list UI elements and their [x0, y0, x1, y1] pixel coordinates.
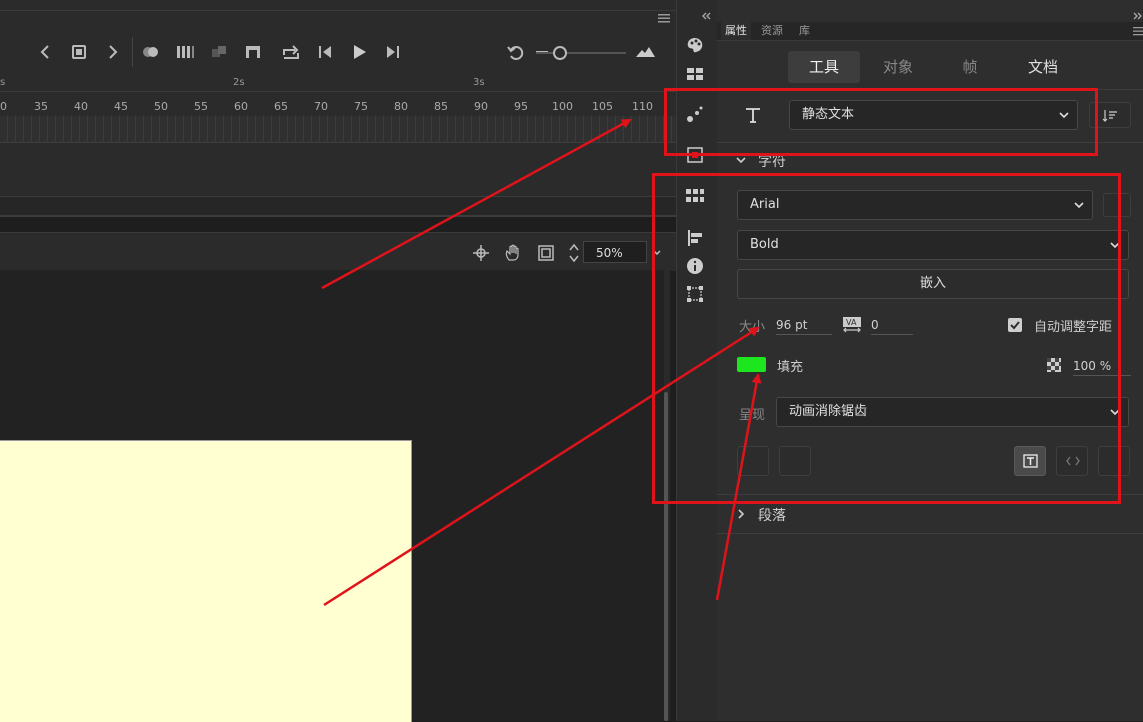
- frame-number: 55: [194, 100, 208, 113]
- panel-options-icon[interactable]: [1133, 26, 1143, 36]
- frame-number: 70: [314, 100, 328, 113]
- tab-assets[interactable]: 资源: [757, 22, 787, 40]
- frame-number: 105: [592, 100, 613, 113]
- layer-frames-row[interactable]: [0, 116, 676, 142]
- color-palette-icon[interactable]: [685, 35, 705, 55]
- seconds-ruler: s 2s 3s: [0, 75, 676, 92]
- tab-library[interactable]: 库: [795, 22, 814, 40]
- second-label: 2s: [233, 77, 245, 88]
- timeline-top-strip: [0, 0, 676, 11]
- highlight-box-text-type: [664, 88, 1098, 156]
- zoom-slider-track[interactable]: [536, 52, 626, 54]
- edit-multiple-frames-icon[interactable]: [174, 41, 196, 63]
- frame-number: 35: [34, 100, 48, 113]
- hand-tool-icon[interactable]: [503, 243, 523, 263]
- timeline-scrollbar[interactable]: [0, 196, 676, 217]
- tab-object[interactable]: 对象: [870, 51, 926, 83]
- chevron-down-icon[interactable]: [736, 155, 746, 165]
- step-back-icon[interactable]: [314, 41, 336, 63]
- frame-number: 75: [354, 100, 368, 113]
- toolbar-separator: [132, 37, 133, 67]
- tab-tool[interactable]: 工具: [788, 51, 860, 83]
- frame-number: 50: [154, 100, 168, 113]
- swatches-icon[interactable]: [685, 64, 705, 84]
- frame-number: 60: [234, 100, 248, 113]
- expand-panel-icon[interactable]: [1132, 11, 1143, 21]
- stage-canvas[interactable]: [0, 440, 412, 722]
- snap-icon[interactable]: [472, 244, 490, 262]
- frame-number: 90: [474, 100, 488, 113]
- highlight-box-character: [652, 173, 1121, 504]
- panel-menu-icon[interactable]: [658, 13, 670, 23]
- step-forward-icon[interactable]: [382, 41, 404, 63]
- text-orientation-icon: [1102, 110, 1117, 122]
- frame-number: 45: [114, 100, 128, 113]
- frame-ruler[interactable]: 0 35 40 45 50 55 60 65 70 75 80 85 90 95…: [0, 92, 676, 116]
- next-keyframe-icon[interactable]: [102, 41, 124, 63]
- frame-number: 40: [74, 100, 88, 113]
- section-paragraph-title[interactable]: 段落: [758, 505, 786, 525]
- tab-frame[interactable]: 帧: [950, 51, 990, 83]
- loop-icon[interactable]: [280, 41, 302, 63]
- center-frame-icon: [212, 46, 226, 57]
- second-label: s: [0, 77, 6, 88]
- collapse-panels-icon[interactable]: [700, 11, 712, 21]
- zoom-percentage-input[interactable]: 50%: [583, 241, 647, 263]
- timeline-empty-area: [0, 142, 676, 197]
- frame-number: 80: [394, 100, 408, 113]
- zoom-slider-knob[interactable]: [553, 46, 567, 60]
- prev-keyframe-icon[interactable]: [34, 41, 56, 63]
- tab-document[interactable]: 文档: [1014, 51, 1072, 83]
- frame-number: 110: [632, 100, 653, 113]
- zoom-stepper-icon[interactable]: [567, 241, 581, 265]
- frame-number: 100: [552, 100, 573, 113]
- chevron-right-icon[interactable]: [736, 509, 746, 519]
- play-icon[interactable]: [348, 41, 370, 63]
- frame-number: 85: [434, 100, 448, 113]
- second-label: 3s: [473, 77, 485, 88]
- tab-properties[interactable]: 属性: [721, 22, 751, 40]
- onion-skin-icon[interactable]: [140, 41, 162, 63]
- undo-icon[interactable]: [505, 41, 527, 63]
- clip-stage-icon[interactable]: [537, 244, 555, 262]
- divider: [717, 533, 1143, 534]
- insert-keyframe-icon[interactable]: [68, 41, 90, 63]
- frame-number: 65: [274, 100, 288, 113]
- zoom-fit-icon[interactable]: [634, 41, 656, 63]
- frame-number: 0: [0, 100, 7, 113]
- create-tween-icon[interactable]: [242, 41, 264, 63]
- frame-number: 95: [514, 100, 528, 113]
